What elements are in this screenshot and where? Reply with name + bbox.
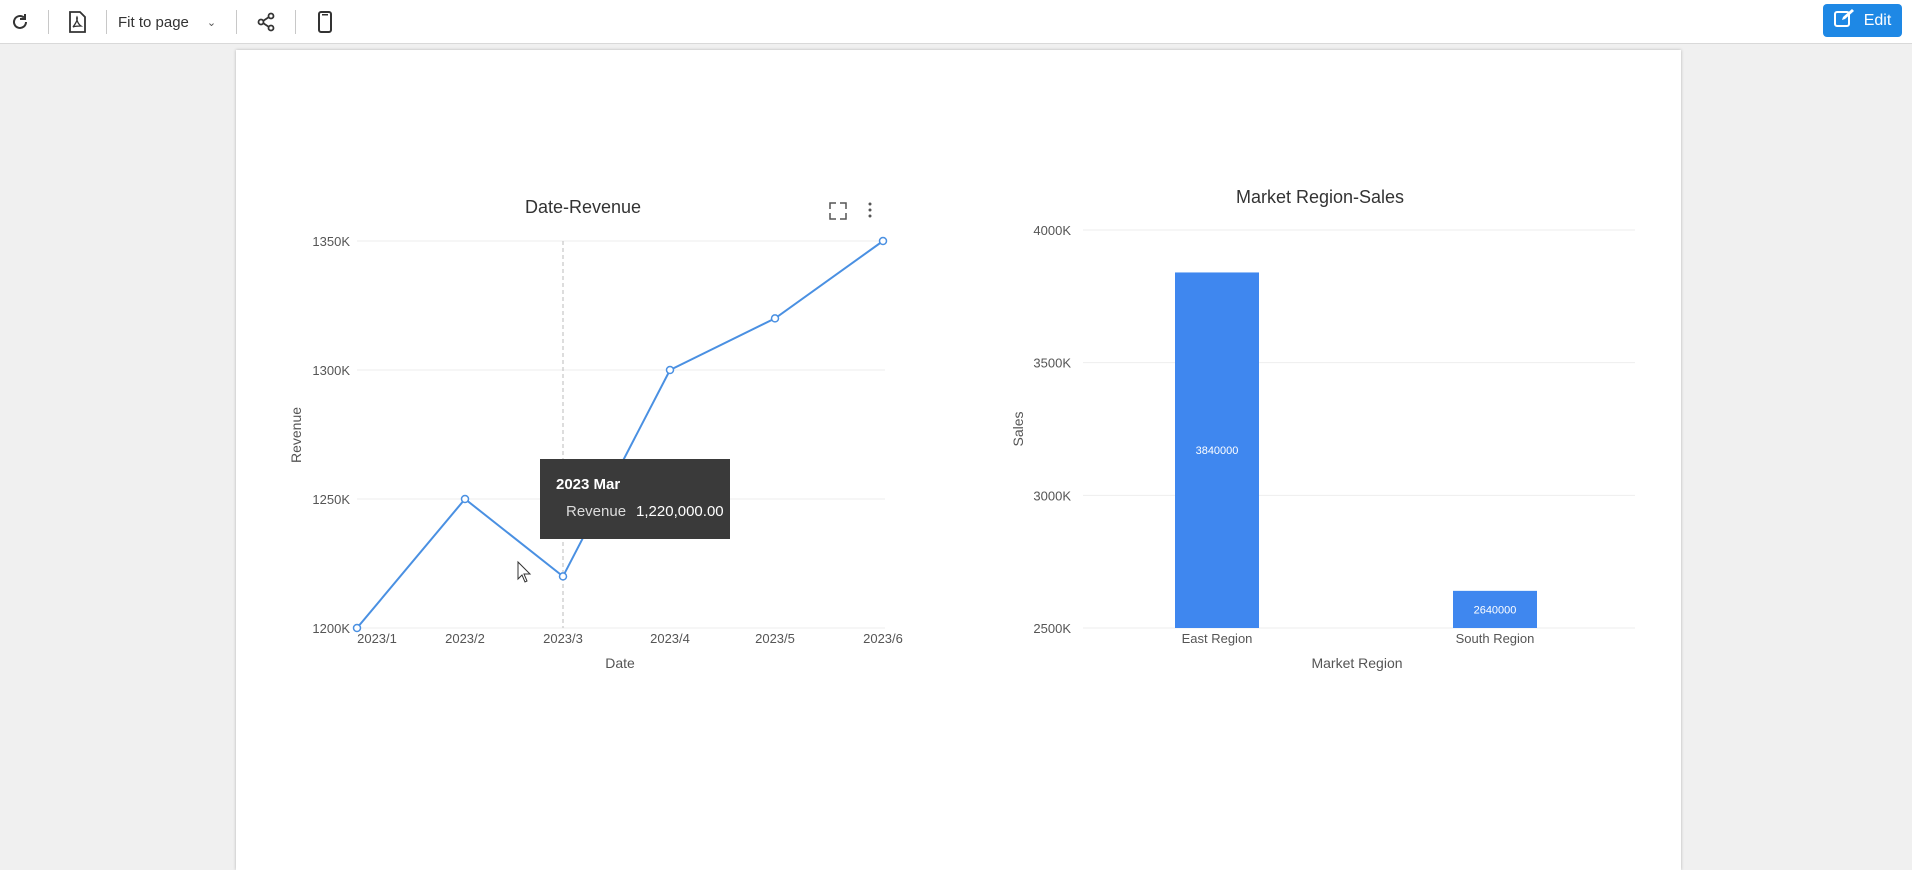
y-tick-label: 1350K: [312, 234, 350, 249]
bar-x-axis-label: Market Region: [1311, 655, 1402, 671]
x-tick-label: 2023/4: [650, 631, 690, 646]
x-tick-label: South Region: [1456, 631, 1535, 646]
y-tick-label: 2500K: [1033, 621, 1071, 636]
x-tick-label: 2023/6: [863, 631, 903, 646]
line-chart-title: Date-Revenue: [525, 197, 641, 217]
line-chart: Date-Revenue 1200K 1250K 1300K 1350K 2023/1…: [288, 197, 903, 671]
x-tick-label: 2023/3: [543, 631, 583, 646]
data-point[interactable]: [352, 623, 362, 633]
tooltip-title: 2023 Mar: [556, 476, 621, 493]
data-point[interactable]: [770, 314, 780, 323]
charts-canvas: Date-Revenue 1200K 1250K 1300K 1350K 2023/1…: [288, 187, 1635, 671]
x-tick-label: 2023/2: [445, 631, 485, 646]
data-point[interactable]: [878, 236, 888, 246]
bar-y-axis-label: Sales: [1010, 411, 1026, 446]
y-tick-label: 3000K: [1033, 488, 1071, 503]
line-x-axis-label: Date: [605, 655, 635, 671]
revenue-series-line: [356, 240, 884, 629]
x-tick-label: 2023/5: [755, 631, 795, 646]
data-point[interactable]: [558, 572, 568, 581]
y-tick-label: 4000K: [1033, 223, 1071, 238]
more-options-icon[interactable]: [868, 202, 872, 218]
mouse-cursor-icon: [517, 560, 532, 583]
data-point[interactable]: [460, 494, 470, 504]
tooltip-row: Revenue 1,220,000.00: [556, 503, 730, 520]
line-y-axis-label: Revenue: [288, 407, 304, 463]
tooltip-value: 1,220,000.00: [636, 503, 724, 520]
y-tick-label: 1300K: [312, 363, 350, 378]
tooltip-label: Revenue: [566, 503, 627, 520]
data-point[interactable]: [665, 365, 675, 375]
bar-data-label: 2640000: [1474, 604, 1517, 616]
x-tick-label: 2023/1: [357, 631, 397, 646]
chart-tooltip: 2023 Mar Revenue 1,220,000.00: [540, 459, 730, 539]
bar-chart-title: Market Region-Sales: [1236, 187, 1404, 207]
fullscreen-icon[interactable]: [829, 202, 847, 220]
bar-data-label: 3840000: [1196, 445, 1239, 457]
y-tick-label: 3500K: [1033, 356, 1071, 371]
bar-chart: Market Region-Sales 2500K 3000K 3500K 4000K…: [1010, 187, 1635, 671]
y-tick-label: 1250K: [312, 492, 350, 507]
x-tick-label: East Region: [1182, 631, 1253, 646]
y-tick-label: 1200K: [312, 621, 350, 636]
